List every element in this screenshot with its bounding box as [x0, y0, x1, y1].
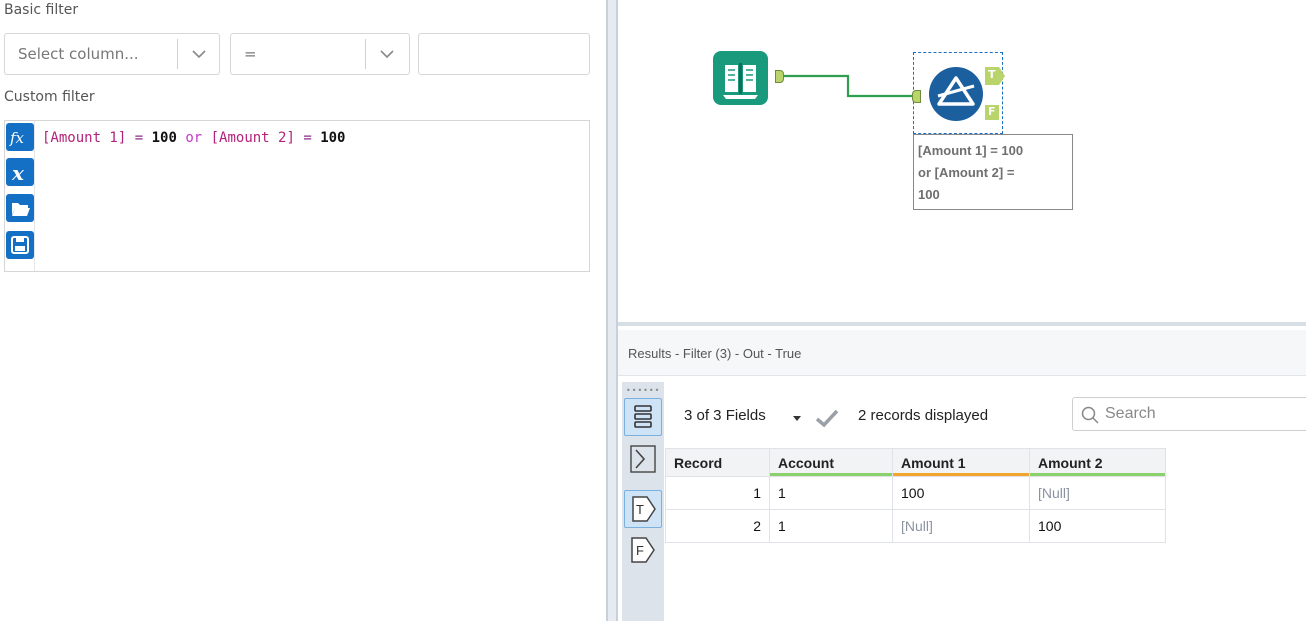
input-data-tool[interactable]	[713, 51, 768, 105]
results-toolbar: 3 of 3 Fields 2 records displayed	[668, 396, 1306, 440]
filter-expression-code[interactable]: [Amount 1] = 100 or [Amount 2] = 100	[42, 130, 346, 146]
grip-handle[interactable]: ••••••	[626, 386, 660, 395]
column-select-dropdown[interactable]: Select column...	[4, 33, 220, 75]
editor-gutter: fx x	[5, 121, 35, 271]
table-header-row: Record Account Amount 1 Amount 2	[665, 448, 1166, 477]
svg-text:x: x	[11, 161, 25, 185]
expression-token-num: 100	[320, 130, 346, 146]
svg-text:T: T	[636, 502, 644, 517]
folder-open-icon[interactable]	[6, 194, 34, 222]
custom-filter-label: Custom filter	[4, 89, 95, 105]
svg-text:fx: fx	[9, 129, 25, 147]
true-anchor-icon[interactable]: T	[624, 490, 662, 528]
amount-1-cell[interactable]: [Null]	[892, 509, 1030, 543]
dropdown-separator	[365, 39, 366, 69]
false-anchor-icon[interactable]: F	[985, 105, 999, 120]
expression-token-field: [Amount 1]	[42, 130, 127, 146]
false-anchor-icon[interactable]: F	[624, 532, 662, 570]
records-count: 2 records displayed	[858, 407, 989, 424]
operator-select-value: =	[244, 45, 257, 63]
results-title-bar: Results - Filter (3) - Out - True	[618, 330, 1306, 376]
basic-filter-label: Basic filter	[4, 2, 79, 18]
amount-2-cell[interactable]: [Null]	[1029, 476, 1166, 510]
results-search-box[interactable]	[1072, 397, 1306, 431]
results-table: Record Account Amount 1 Amount 2 1 1 100…	[665, 448, 1166, 543]
chevron-down-icon[interactable]	[191, 48, 207, 60]
filter-icon	[929, 67, 983, 121]
filter-tool[interactable]: T F	[912, 52, 1005, 134]
expression-token-op: =	[294, 130, 321, 146]
search-input[interactable]	[1105, 404, 1295, 424]
column-header-account[interactable]: Account	[769, 448, 893, 477]
variable-x-icon[interactable]: x	[6, 158, 34, 186]
account-cell[interactable]: 1	[769, 476, 893, 510]
book-icon	[723, 63, 758, 99]
results-window: Results - Filter (3) - Out - True ••••••…	[618, 322, 1306, 621]
account-cell[interactable]: 1	[769, 509, 893, 543]
filter-value-input[interactable]	[418, 33, 590, 75]
input-output-anchor[interactable]	[775, 70, 784, 83]
column-header-amount-1[interactable]: Amount 1	[892, 448, 1030, 477]
workflow-canvas[interactable]: T F [Amount 1] = 100 or [Amount 2] = 100	[618, 0, 1306, 322]
checkmark-icon[interactable]	[814, 407, 840, 429]
filter-configuration-panel: Basic filter Select column... = Custom f…	[0, 0, 606, 621]
panel-splitter[interactable]	[606, 0, 618, 621]
custom-filter-expression-editor[interactable]: fx x [Amount 1] = 100 or [Amount 2] = 10…	[4, 120, 590, 272]
annotation-line: or [Amount 2] =	[918, 165, 1015, 180]
filter-input-anchor[interactable]	[912, 90, 921, 103]
record-number-cell[interactable]: 2	[665, 509, 770, 543]
expression-token-op: =	[126, 130, 152, 146]
annotation-line: [Amount 1] = 100	[918, 143, 1024, 158]
search-icon	[1081, 406, 1099, 424]
fx-icon[interactable]: fx	[6, 123, 34, 151]
operator-select-dropdown[interactable]: =	[230, 33, 410, 75]
table-rows-icon[interactable]	[624, 398, 662, 436]
column-select-placeholder: Select column...	[18, 45, 139, 63]
results-side-toolbar: •••••• T F	[622, 382, 664, 621]
record-number-cell[interactable]: 1	[665, 476, 770, 510]
connection-line[interactable]	[783, 74, 914, 98]
column-header-record[interactable]: Record	[665, 448, 770, 477]
table-row[interactable]: 1 1 100 [Null]	[665, 476, 1166, 510]
annotation-line: 100	[918, 187, 940, 202]
column-header-amount-2[interactable]: Amount 2	[1029, 448, 1166, 477]
expression-token-num: 100	[151, 130, 177, 146]
dropdown-separator	[177, 39, 178, 69]
filter-annotation: [Amount 1] = 100 or [Amount 2] = 100	[913, 134, 1073, 210]
sigma-icon[interactable]	[624, 440, 662, 478]
table-row[interactable]: 2 1 [Null] 100	[665, 509, 1166, 543]
amount-2-cell[interactable]: 100	[1029, 509, 1166, 543]
results-title: Results - Filter (3) - Out - True	[628, 346, 802, 361]
expression-token-kw: or	[176, 130, 211, 146]
expression-token-field: [Amount 2]	[210, 130, 295, 146]
svg-text:F: F	[636, 543, 644, 558]
chevron-down-icon[interactable]	[379, 48, 395, 60]
true-anchor-icon[interactable]: T	[985, 67, 1005, 85]
caret-down-icon[interactable]	[792, 414, 802, 422]
amount-1-cell[interactable]: 100	[892, 476, 1030, 510]
fields-selector[interactable]: 3 of 3 Fields	[684, 407, 766, 424]
save-icon[interactable]	[6, 231, 34, 259]
